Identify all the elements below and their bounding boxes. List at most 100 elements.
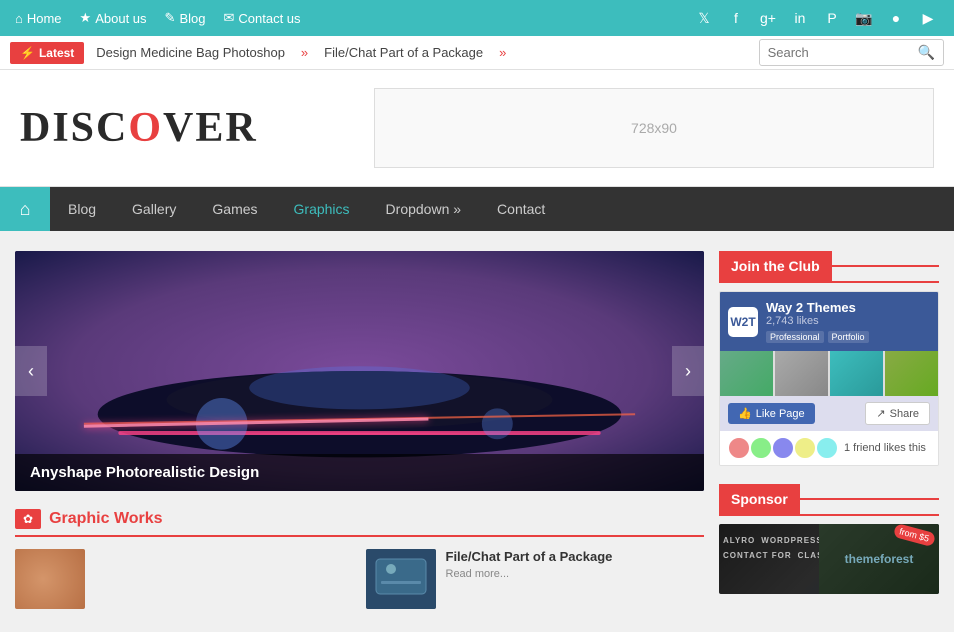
nav-dropdown[interactable]: Dropdown » [368,187,480,231]
main-content: ‹ › Anyshape Photorealistic Design ✿ Gra… [0,231,954,632]
content-left: ‹ › Anyshape Photorealistic Design ✿ Gra… [15,251,704,612]
site-logo: DISCOVER [20,104,258,152]
fb-grid-cell-1 [720,351,773,396]
search-button[interactable]: 🔍 [910,40,943,65]
nav-home-button[interactable]: ⌂ [0,187,50,231]
friend-avatar-2 [750,437,772,459]
fb-widget-header: W2T Way 2 Themes 2,743 likes Professiona… [720,292,938,351]
twitter-icon[interactable]: 𝕏 [693,7,715,29]
nav-blog[interactable]: ✎ Blog [165,10,206,26]
fb-tag-portfolio: Portfolio [828,331,869,343]
article-chat-content: File/Chat Part of a Package Read more... [446,549,613,609]
friend-avatar-list [728,437,838,459]
nav-games[interactable]: Games [194,187,275,231]
instagram-icon[interactable]: 📷 [853,7,875,29]
section-title-graphic-works: ✿ Graphic Works [15,509,704,537]
sidebar: Join the Club W2T Way 2 Themes 2,743 lik… [719,251,939,612]
fb-grid-cell-4 [885,351,938,396]
fb-friends-text: 1 friend likes this [844,442,926,454]
hero-slider: ‹ › Anyshape Photorealistic Design [15,251,704,491]
sponsor-logo-3: CONTACT FOR [723,551,792,560]
article-chat-image [366,549,436,609]
nav-graphics[interactable]: Graphics [276,187,368,231]
fb-logo: W2T [728,307,758,337]
nav-about[interactable]: ★ About us [80,10,147,26]
ticker-arrow-1: » [301,45,308,60]
nav-gallery[interactable]: Gallery [114,187,194,231]
facebook-widget: W2T Way 2 Themes 2,743 likes Professiona… [720,292,938,465]
home-nav-icon: ⌂ [20,199,31,220]
nav-home[interactable]: ⌂ Home [15,11,62,26]
sidebar-sponsor-title: Sponsor [719,484,800,514]
fb-tags: Professional Portfolio [766,331,869,343]
social-icons: 𝕏 f g+ in P 📷 ● ▶ [693,7,939,29]
slider-prev-button[interactable]: ‹ [15,346,47,396]
fb-tag-professional: Professional [766,331,824,343]
article-list: File/Chat Part of a Package Read more... [15,549,704,609]
sidebar-join-club: Join the Club W2T Way 2 Themes 2,743 lik… [719,251,939,466]
fb-friends: 1 friend likes this [720,431,938,465]
youtube-icon[interactable]: ▶ [917,7,939,29]
search-bar: 🔍 [759,39,944,66]
hero-caption: Anyshape Photorealistic Design [15,454,704,491]
friend-avatar-1 [728,437,750,459]
sidebar-join-title: Join the Club [719,251,832,281]
nav-contact[interactable]: ✉ Contact us [223,10,300,26]
fb-share-icon: ↗ [876,407,885,420]
ticker-content: Design Medicine Bag Photoshop » File/Cha… [96,45,758,60]
star-icon: ★ [80,10,92,26]
ticker-item-2: File/Chat Part of a Package [324,45,483,60]
sponsor-banner[interactable]: ALYRO WORDPRESS CONTACT FOR CLASS themef… [719,524,939,594]
sponsor-brand-name: themeforest [845,552,914,566]
article-excerpt: Read more... [446,568,613,580]
article-thumb-chat: File/Chat Part of a Package Read more... [366,549,705,609]
search-input[interactable] [760,41,910,64]
main-nav: ⌂ Blog Gallery Games Graphics Dropdown »… [0,187,954,231]
nav-blog[interactable]: Blog [50,187,114,231]
sponsor-background: ALYRO WORDPRESS CONTACT FOR CLASS themef… [719,524,939,594]
friend-avatar-4 [794,437,816,459]
friend-avatar-3 [772,437,794,459]
lightning-icon: ⚡ [20,46,35,60]
envelope-icon: ✉ [223,10,234,26]
sponsor-logo-1: ALYRO [723,536,755,545]
fb-like-icon: 👍 [738,407,752,420]
article-title: File/Chat Part of a Package [446,549,613,564]
pencil-icon: ✎ [165,10,176,26]
sidebar-sponsor: Sponsor ALYRO WORDPRESS CONTACT FOR CLAS… [719,484,939,594]
section-icon: ✿ [15,509,41,529]
sidebar-sponsor-title-wrap: Sponsor [719,484,939,516]
fb-grid-cell-2 [775,351,828,396]
fb-page-name: Way 2 Themes [766,300,869,315]
site-header: DISCOVER 728x90 [0,70,954,187]
fb-grid-cell-3 [830,351,883,396]
pinterest-icon[interactable]: P [821,7,843,29]
fb-like-button[interactable]: 👍 Like Page [728,403,815,424]
linkedin-icon[interactable]: in [789,7,811,29]
ticker-item-1: Design Medicine Bag Photoshop [96,45,285,60]
ticker-arrow-2: » [499,45,506,60]
top-bar: ⌂ Home ★ About us ✎ Blog ✉ Contact us 𝕏 … [0,0,954,36]
facebook-icon[interactable]: f [725,7,747,29]
nav-contact[interactable]: Contact [479,187,563,231]
dribbble-icon[interactable]: ● [885,7,907,29]
friend-avatar-5 [816,437,838,459]
fb-image-grid [720,351,938,396]
fb-widget-box: W2T Way 2 Themes 2,743 likes Professiona… [719,291,939,466]
ticker-label: ⚡ Latest [10,42,84,64]
ticker-bar: ⚡ Latest Design Medicine Bag Photoshop »… [0,36,954,70]
top-bar-nav: ⌂ Home ★ About us ✎ Blog ✉ Contact us [15,10,301,26]
fb-page-likes: 2,743 likes [766,315,869,327]
nav-items: Blog Gallery Games Graphics Dropdown » C… [50,187,563,231]
fb-share-button[interactable]: ↗ Share [865,402,930,425]
article-thumb-food [15,549,354,609]
sponsor-logo-2: WORDPRESS [761,536,822,545]
ad-banner: 728x90 [374,88,934,168]
sidebar-join-title-wrap: Join the Club [719,251,939,283]
slider-next-button[interactable]: › [672,346,704,396]
section-heading: Graphic Works [49,510,163,528]
article-food-image [15,549,85,609]
fb-page-info: Way 2 Themes 2,743 likes Professional Po… [766,300,869,343]
googleplus-icon[interactable]: g+ [757,7,779,29]
fb-actions: 👍 Like Page ↗ Share [720,396,938,431]
